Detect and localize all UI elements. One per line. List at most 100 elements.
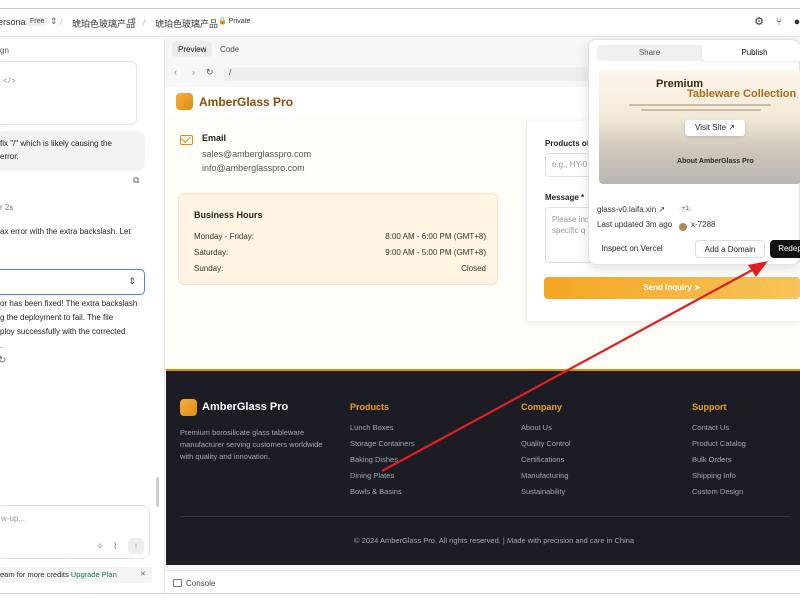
chat-input[interactable]: w-up... ✧ ⌇ ↑ xyxy=(0,505,150,559)
last-updated: Last updated 3m ago xyxy=(597,220,673,229)
tab-code[interactable]: Code xyxy=(214,41,245,57)
url-input[interactable]: / xyxy=(224,67,596,81)
timestamp: r 2s xyxy=(0,203,14,212)
products-label: Products of xyxy=(545,139,590,148)
mail-icon xyxy=(180,135,193,145)
sparkle-icon[interactable]: ✧ xyxy=(96,541,104,552)
forward-icon[interactable]: › xyxy=(192,67,195,77)
refresh-icon[interactable]: ↻ xyxy=(206,67,214,78)
logo-icon xyxy=(180,399,197,416)
footer-link[interactable]: Baking Dishes xyxy=(350,455,398,464)
hours-time: 9:00 AM - 5:00 PM (GMT+8) xyxy=(385,248,486,257)
paperclip-icon[interactable]: ⌇ xyxy=(113,541,117,552)
retry-icon[interactable]: ↻ xyxy=(0,355,6,366)
credits-text: eam for more credits xyxy=(0,570,69,579)
chat-line: fix "/" which is likely causing the xyxy=(0,139,112,148)
upgrade-plan-link[interactable]: Upgrade Plan xyxy=(71,570,117,579)
chat-line: or has been fixed! The extra backslash xyxy=(0,299,138,308)
chat-line: gn xyxy=(0,46,9,55)
version-select[interactable]: ⇕ xyxy=(0,269,145,295)
copy-icon[interactable]: ⧉ xyxy=(133,175,139,186)
credits-banner: eam for more credits Upgrade Plan ✕ xyxy=(0,567,152,583)
private-badge: 🔒 Private xyxy=(218,18,251,25)
chat-line: error. xyxy=(0,152,19,161)
code-snippet: </> xyxy=(0,61,137,125)
tab-preview[interactable]: Preview xyxy=(172,41,213,57)
workspace-name[interactable]: ersonal xyxy=(0,17,28,27)
footer-link[interactable]: Quality Control xyxy=(521,439,571,448)
footer-link[interactable]: Custom Design xyxy=(692,487,743,496)
inspect-on-vercel-button[interactable]: Inspect on Vercel xyxy=(597,240,667,258)
footer-link[interactable]: Certifications xyxy=(521,455,564,464)
footer-link[interactable]: Sustainability xyxy=(521,487,565,496)
chevron-updown-icon[interactable]: ⇕ xyxy=(130,16,138,27)
footer-col-title: Support xyxy=(692,402,727,412)
separator: / xyxy=(143,17,146,27)
footer-link[interactable]: Bulk Orders xyxy=(692,455,732,464)
thumb-about: About AmberGlass Pro xyxy=(677,158,754,165)
chevron-updown-icon: ⇕ xyxy=(128,276,136,286)
thumb-subtitle: Tableware Collection xyxy=(687,88,797,100)
site-brand[interactable]: AmberGlass Pro xyxy=(199,95,293,109)
chevron-updown-icon[interactable]: ⇕ xyxy=(50,16,58,27)
chat-input-placeholder: w-up... xyxy=(1,514,26,523)
footer-description: Premium borosilicate glass tableware man… xyxy=(180,428,323,461)
footer-link[interactable]: Shipping Info xyxy=(692,471,736,480)
footer-link[interactable]: Manufacturing xyxy=(521,471,569,480)
send-inquiry-button[interactable]: Send Inquiry ➤ xyxy=(544,277,800,299)
popover-tabs: Share Publish xyxy=(597,45,800,61)
thumb-text-line xyxy=(629,104,771,106)
fork-icon[interactable]: ⑂ xyxy=(772,15,786,29)
add-domain-button[interactable]: Add a Domain xyxy=(695,240,765,258)
gear-icon[interactable]: ⚙ xyxy=(752,15,766,29)
code-line: </> xyxy=(3,78,16,86)
footer-link[interactable]: Storage Containers xyxy=(350,439,415,448)
url-bar: ‹ › ↻ / xyxy=(172,67,596,83)
separator: / xyxy=(60,17,63,27)
message-label: Message * xyxy=(545,193,585,202)
email-link[interactable]: info@amberglasspro.com xyxy=(202,163,305,173)
chat-line: . xyxy=(0,341,3,350)
publish-popover: Share Publish Premium Tableware Collecti… xyxy=(588,39,800,265)
hours-time: 8:00 AM - 6:00 PM (GMT+8) xyxy=(385,232,486,241)
footer-col-title: Products xyxy=(350,402,390,412)
hours-time: Closed xyxy=(461,264,486,273)
domain-count-badge[interactable]: +1 xyxy=(679,206,692,212)
plan-badge: Free xyxy=(25,17,50,26)
github-icon[interactable]: ● xyxy=(790,15,800,29)
hours-day: Sunday: xyxy=(194,264,224,273)
email-link[interactable]: sales@amberglasspro.com xyxy=(202,149,311,159)
chat-line: ax error with the extra backslash. Let xyxy=(0,227,131,236)
close-icon[interactable]: ✕ xyxy=(140,570,146,578)
logo-icon xyxy=(176,93,193,110)
thumb-text-line xyxy=(641,109,761,111)
footer-link[interactable]: Contact Us xyxy=(692,423,729,432)
footer-link[interactable]: Lunch Boxes xyxy=(350,423,393,432)
redeploy-button[interactable]: Redep xyxy=(770,240,800,258)
deploy-user: x-7288 xyxy=(691,220,716,229)
terminal-icon xyxy=(173,579,182,587)
project-selector[interactable]: 琥珀色玻璃产品 xyxy=(72,17,135,30)
send-icon[interactable]: ↑ xyxy=(128,538,144,554)
visit-site-button[interactable]: Visit Site ↗ xyxy=(685,120,745,136)
project-title[interactable]: 琥珀色玻璃产品 xyxy=(155,17,218,30)
hours-day: Monday - Friday: xyxy=(194,232,255,241)
footer-link[interactable]: Bowls & Basins xyxy=(350,487,402,496)
tab-share[interactable]: Share xyxy=(597,45,702,61)
user-message xyxy=(0,131,145,171)
footer-link[interactable]: Product Catalog xyxy=(692,439,746,448)
deployment-domain[interactable]: glass-v0.laifa.xin ↗ xyxy=(597,205,665,214)
footer-link[interactable]: About Us xyxy=(521,423,552,432)
copyright: © 2024 AmberGlass Pro. All rights reserv… xyxy=(354,536,635,545)
console-label[interactable]: Console xyxy=(186,579,215,588)
tab-publish[interactable]: Publish xyxy=(702,45,800,61)
footer-divider xyxy=(180,516,790,517)
console-bar[interactable]: Console xyxy=(166,570,800,593)
footer-link[interactable]: Dining Plates xyxy=(350,471,394,480)
scrollbar[interactable] xyxy=(156,477,159,507)
back-icon[interactable]: ‹ xyxy=(174,67,177,77)
chat-line: ploy successfully with the corrected xyxy=(0,327,126,336)
avatar xyxy=(679,223,687,231)
business-hours-card: Business Hours Monday - Friday: 8:00 AM … xyxy=(178,193,498,285)
footer-col-title: Company xyxy=(521,402,563,412)
